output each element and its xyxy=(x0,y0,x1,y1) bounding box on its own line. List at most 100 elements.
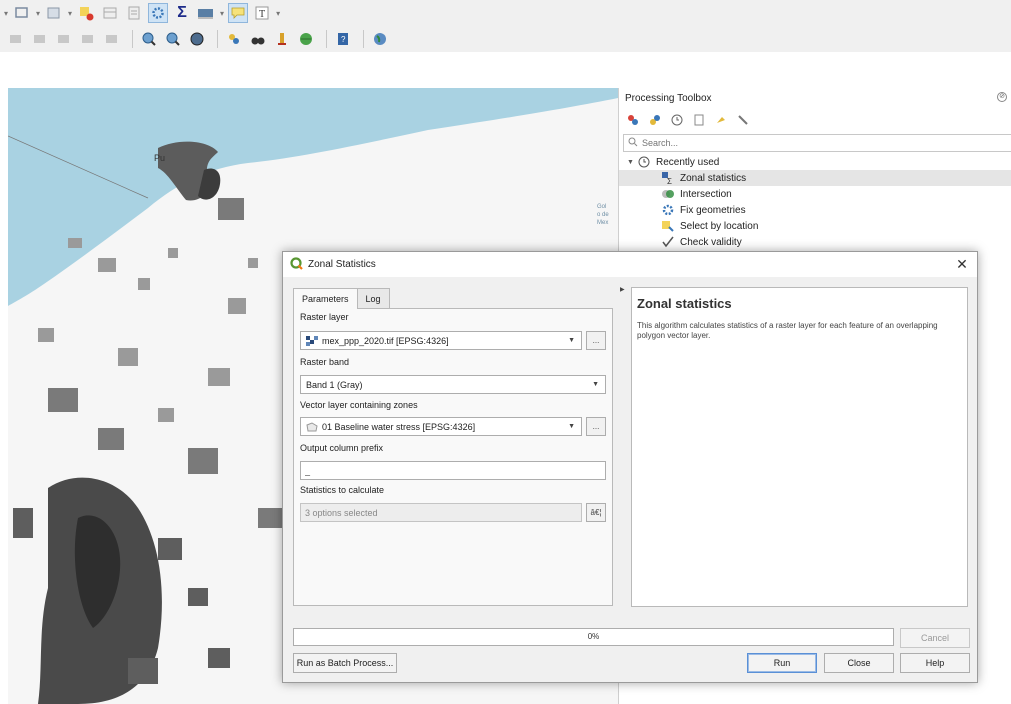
qgis-logo-icon xyxy=(290,256,303,273)
map-water-label: o de xyxy=(597,212,609,218)
toolbar-row-2: ? xyxy=(0,26,394,52)
toolbar-separator xyxy=(363,30,364,48)
cancel-button[interactable]: Cancel xyxy=(900,628,970,648)
toolbar-row-1: ▾ ▾ ▾ Σ ▾ T ▾ xyxy=(0,0,284,26)
raster-band-label: Raster band xyxy=(300,357,350,367)
output-prefix-input[interactable] xyxy=(300,461,606,480)
algorithm-tree: ▼ Recently used Σ Zonal statistics Inter… xyxy=(619,152,1011,250)
map-water-label: Gol xyxy=(597,204,607,210)
collapse-help-arrow-icon[interactable]: ▶ xyxy=(620,286,625,293)
help-title: Zonal statistics xyxy=(637,296,732,311)
help-button[interactable]: Help xyxy=(900,653,970,673)
help-book-icon[interactable]: ? xyxy=(333,29,353,49)
run-button[interactable]: Run xyxy=(747,653,817,673)
chevron-down-icon[interactable]: ▾ xyxy=(220,9,224,18)
clock-icon xyxy=(637,155,651,169)
svg-text:T: T xyxy=(259,9,265,20)
tab-parameters[interactable]: Parameters xyxy=(293,288,358,309)
vector-layer-label: Vector layer containing zones xyxy=(300,400,418,410)
statistics-select[interactable]: 3 options selected xyxy=(300,503,582,522)
select-features-icon[interactable] xyxy=(12,3,32,23)
tree-item-zonal-statistics[interactable]: Σ Zonal statistics xyxy=(619,170,1011,186)
map-tips-icon[interactable] xyxy=(228,3,249,23)
toolbox-title: Processing Toolbox xyxy=(625,92,712,104)
edit-features-in-place-icon[interactable] xyxy=(713,112,729,128)
processing-toolbox-icon[interactable] xyxy=(148,3,169,23)
check-validity-icon xyxy=(661,235,675,249)
history-icon[interactable] xyxy=(669,112,685,128)
deselect-features-icon[interactable] xyxy=(76,3,96,23)
tree-item-label: Check validity xyxy=(680,236,742,248)
models-icon[interactable] xyxy=(625,112,641,128)
label-show-icon[interactable] xyxy=(54,29,74,49)
dialog-titlebar[interactable]: Zonal Statistics ✕ xyxy=(283,252,977,277)
close-button[interactable]: Close xyxy=(824,653,894,673)
vector-layer-browse-button[interactable]: ... xyxy=(586,417,606,436)
parameters-panel: Raster layer mex_ppp_2020.tif [EPSG:4326… xyxy=(293,308,613,606)
chevron-down-icon: ▼ xyxy=(568,337,575,344)
statistics-browse-button[interactable]: â€¦ xyxy=(586,503,606,522)
plugin-globe-icon[interactable] xyxy=(296,29,316,49)
chevron-down-icon[interactable]: ▾ xyxy=(68,9,72,18)
field-calculator-icon[interactable] xyxy=(124,3,144,23)
tree-group-recently-used[interactable]: ▼ Recently used xyxy=(619,154,1011,170)
map-place-label: Pu xyxy=(154,153,166,163)
tree-group-label: Recently used xyxy=(656,156,720,168)
results-viewer-icon[interactable] xyxy=(691,112,707,128)
zoom-out-icon[interactable] xyxy=(163,29,183,49)
progress-text: 0% xyxy=(587,632,600,641)
label-tool-icon[interactable] xyxy=(6,29,26,49)
dialog-title: Zonal Statistics xyxy=(308,259,376,270)
select-by-value-icon[interactable] xyxy=(44,3,64,23)
tree-item-check-validity[interactable]: Check validity xyxy=(619,234,1011,250)
options-wrench-icon[interactable] xyxy=(735,112,751,128)
tree-item-intersection[interactable]: Intersection xyxy=(619,186,1011,202)
chevron-down-icon[interactable]: ▾ xyxy=(276,9,280,18)
tree-item-label: Fix geometries xyxy=(680,204,746,216)
statistics-sum-icon[interactable]: Σ xyxy=(172,3,192,23)
chevron-down-icon[interactable]: ▾ xyxy=(36,9,40,18)
main-toolbars: ▾ ▾ ▾ Σ ▾ T ▾ ? xyxy=(0,0,1011,52)
identify-binoculars-icon[interactable] xyxy=(248,29,268,49)
chevron-down-icon[interactable]: ▼ xyxy=(627,159,637,166)
label-rotate-icon[interactable] xyxy=(102,29,122,49)
toolbox-header: Processing Toolbox ⊘ xyxy=(619,88,1011,108)
zoom-in-icon[interactable] xyxy=(139,29,159,49)
zonal-statistics-dialog: Zonal Statistics ✕ Parameters Log Raster… xyxy=(282,251,978,683)
map-water-label: Mex xyxy=(597,220,609,226)
text-annotation-icon[interactable]: T xyxy=(252,3,272,23)
raster-layer-icon xyxy=(306,335,318,346)
web-globe-icon[interactable] xyxy=(370,29,390,49)
label-move-icon[interactable] xyxy=(78,29,98,49)
tree-item-fix-geometries[interactable]: Fix geometries xyxy=(619,202,1011,218)
toolbox-search-box[interactable] xyxy=(623,134,1011,152)
statistics-value: 3 options selected xyxy=(305,507,378,518)
raster-band-combo[interactable]: Band 1 (Gray) ▼ xyxy=(300,375,606,394)
raster-layer-browse-button[interactable]: ... xyxy=(586,331,606,350)
attribute-table-icon[interactable] xyxy=(100,3,120,23)
close-icon[interactable]: ✕ xyxy=(953,255,971,273)
output-prefix-label: Output column prefix xyxy=(300,443,384,453)
statistics-label: Statistics to calculate xyxy=(300,485,385,495)
tab-log[interactable]: Log xyxy=(356,288,390,308)
float-panel-icon[interactable]: ⊘ xyxy=(997,92,1007,102)
digitize-icon[interactable] xyxy=(224,29,244,49)
help-text: This algorithm calculates statistics of … xyxy=(637,321,938,340)
tree-item-select-by-location[interactable]: Select by location xyxy=(619,218,1011,234)
vector-layer-combo[interactable]: 01 Baseline water stress [EPSG:4326] ▼ xyxy=(300,417,582,436)
svg-text:?: ? xyxy=(341,35,346,44)
raster-layer-combo[interactable]: mex_ppp_2020.tif [EPSG:4326] ▼ xyxy=(300,331,582,350)
toolbox-toolbar xyxy=(619,108,1011,132)
chevron-down-icon[interactable]: ▾ xyxy=(4,9,8,18)
chevron-down-icon: ▼ xyxy=(568,423,575,430)
measure-icon[interactable] xyxy=(196,3,216,23)
toolbox-search-input[interactable] xyxy=(638,138,978,148)
zoom-full-icon[interactable] xyxy=(187,29,207,49)
label-pin-icon[interactable] xyxy=(30,29,50,49)
scripts-icon[interactable] xyxy=(647,112,663,128)
pin-marker-icon[interactable] xyxy=(272,29,292,49)
run-as-batch-button[interactable]: Run as Batch Process... xyxy=(293,653,397,673)
tree-item-label: Zonal statistics xyxy=(680,172,747,184)
chevron-down-icon: ▼ xyxy=(592,381,599,388)
toolbar-separator xyxy=(326,30,327,48)
